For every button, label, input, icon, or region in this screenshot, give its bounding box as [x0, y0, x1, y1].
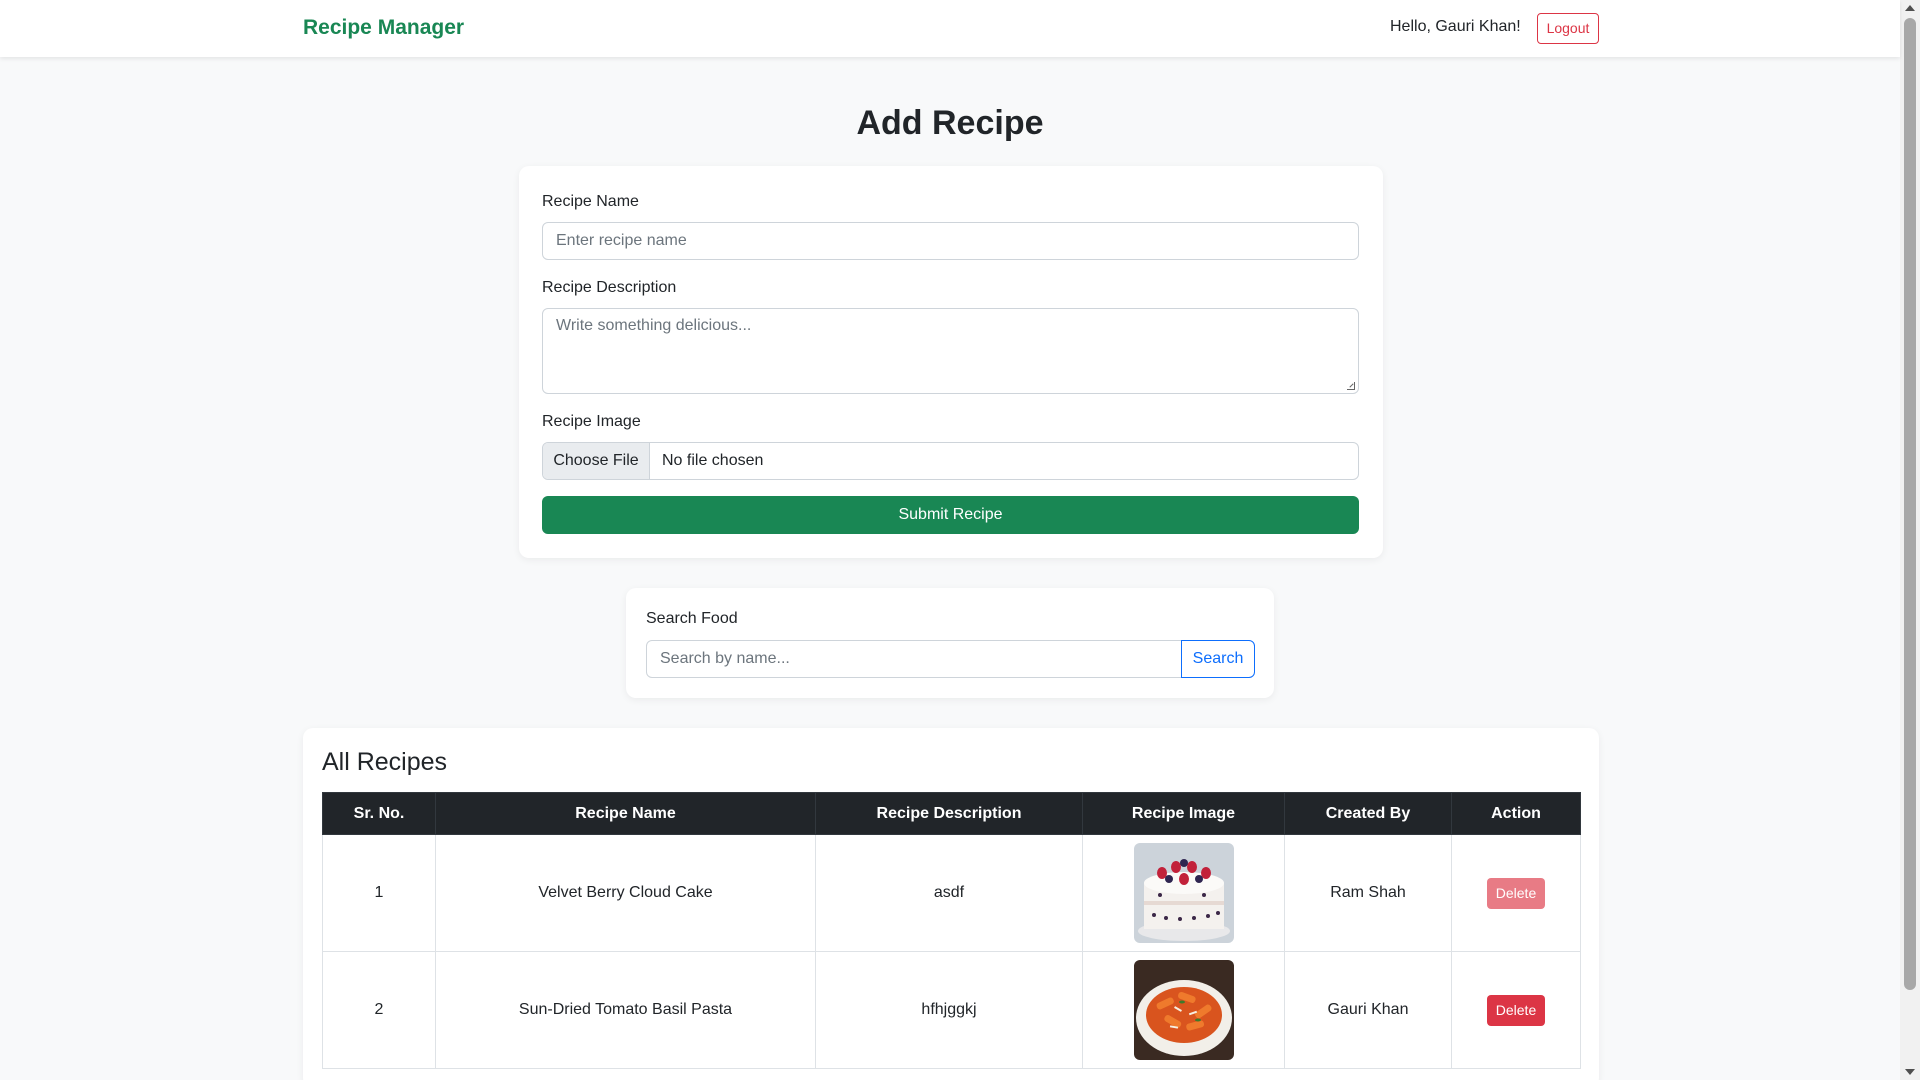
choose-file-button[interactable]: Choose File: [543, 443, 650, 479]
search-food-card: Search Food Search by name... Search: [626, 588, 1274, 698]
page-scrollbar[interactable]: [1900, 0, 1920, 1080]
table-row: 1 Velvet Berry Cloud Cake asdf Ram Shah …: [322, 834, 1581, 952]
column-header-action: Action: [1451, 792, 1581, 835]
tomato-pasta-image: [1133, 960, 1234, 1060]
table-header-row: Sr. No. Recipe Name Recipe Description R…: [322, 792, 1581, 835]
cell-recipe-name: Sun-Dried Tomato Basil Pasta: [435, 951, 816, 1069]
delete-button[interactable]: Delete: [1487, 994, 1545, 1026]
logout-button[interactable]: Logout: [1537, 13, 1599, 44]
berry-cake-image: [1133, 843, 1234, 943]
column-header-recipe-description: Recipe Description: [815, 792, 1083, 835]
cell-recipe-description: hfhjggkj: [815, 951, 1083, 1069]
cell-recipe-name: Velvet Berry Cloud Cake: [435, 834, 816, 952]
column-header-sr-no: Sr. No.: [322, 792, 436, 835]
cell-sr-no: 1: [322, 834, 436, 952]
delete-button[interactable]: Delete: [1487, 877, 1545, 909]
add-recipe-form: Recipe Name Enter recipe name Recipe Des…: [519, 166, 1383, 558]
cell-created-by: Gauri Khan: [1284, 951, 1452, 1069]
cell-action: Delete: [1451, 834, 1581, 952]
search-button[interactable]: Search: [1181, 640, 1255, 678]
page: Recipe Manager Hello, Gauri Khan! Logout…: [0, 0, 1920, 1080]
column-header-created-by: Created By: [1284, 792, 1452, 835]
file-status-text: No file chosen: [662, 452, 764, 469]
cell-sr-no: 2: [322, 951, 436, 1069]
recipe-description-label: Recipe Description: [542, 279, 677, 296]
recipe-description-textarea[interactable]: Write something delicious...: [542, 308, 1359, 394]
recipe-description-placeholder: Write something delicious...: [556, 317, 752, 334]
cell-action: Delete: [1451, 951, 1581, 1069]
cell-recipe-image: [1082, 951, 1285, 1069]
scroll-up-arrow-icon[interactable]: [1905, 5, 1915, 11]
table-row: 2 Sun-Dried Tomato Basil Pasta hfhjggkj: [322, 951, 1581, 1069]
column-header-recipe-name: Recipe Name: [435, 792, 816, 835]
navbar: Recipe Manager Hello, Gauri Khan! Logout: [0, 0, 1900, 57]
brand-link[interactable]: Recipe Manager: [303, 16, 464, 40]
submit-recipe-button[interactable]: Submit Recipe: [542, 496, 1359, 534]
all-recipes-title: All Recipes: [322, 748, 448, 776]
recipe-image-file-input[interactable]: Choose File No file chosen: [542, 442, 1359, 480]
resize-grip-icon[interactable]: [1347, 382, 1355, 390]
recipe-name-label: Recipe Name: [542, 193, 639, 210]
recipes-table: Sr. No. Recipe Name Recipe Description R…: [322, 792, 1581, 1069]
scroll-thumb[interactable]: [1904, 18, 1916, 990]
column-header-recipe-image: Recipe Image: [1082, 792, 1285, 835]
search-food-label: Search Food: [646, 610, 738, 627]
user-greeting: Hello, Gauri Khan!: [1390, 18, 1521, 35]
search-input[interactable]: Search by name...: [646, 640, 1182, 678]
recipe-name-input[interactable]: Enter recipe name: [542, 222, 1359, 260]
recipe-image-label: Recipe Image: [542, 413, 641, 430]
scroll-down-arrow-icon[interactable]: [1905, 1069, 1915, 1075]
cell-created-by: Ram Shah: [1284, 834, 1452, 952]
all-recipes-card: All Recipes Sr. No. Recipe Name Recipe D…: [303, 728, 1599, 1080]
cell-recipe-description: asdf: [815, 834, 1083, 952]
page-title: Add Recipe: [856, 104, 1044, 142]
cell-recipe-image: [1082, 834, 1285, 952]
